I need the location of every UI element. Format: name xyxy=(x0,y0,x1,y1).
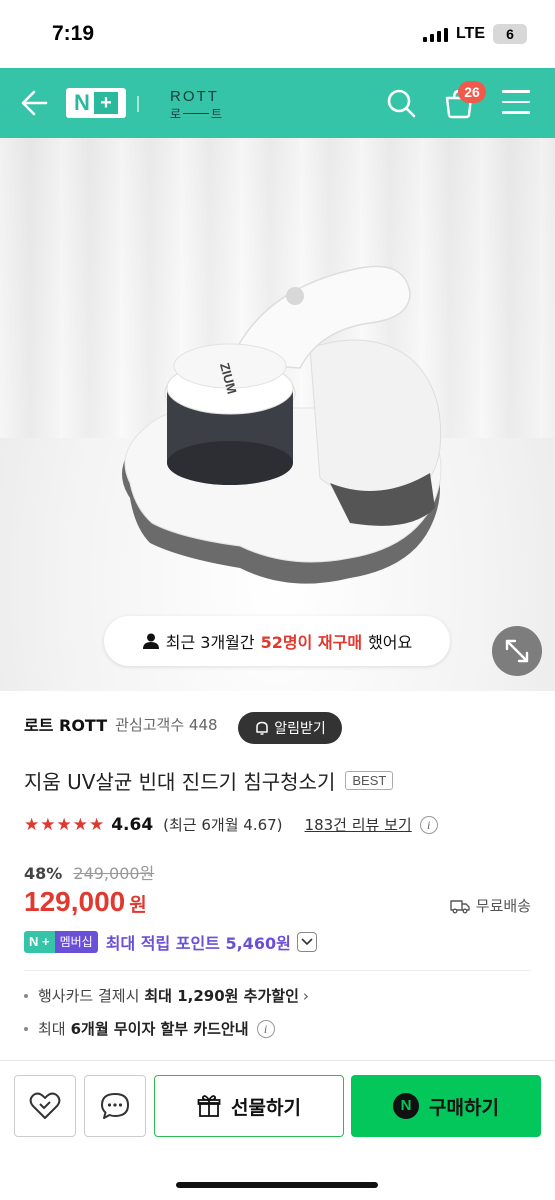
product-title: 지움 UV살균 빈대 진드기 침구청소기 xyxy=(24,770,336,794)
home-indicator xyxy=(176,1182,378,1188)
fan-count: 관심고객수 448 xyxy=(115,715,218,734)
discount-row: 48% 249,000원 xyxy=(24,860,154,884)
naver-pay-icon: N xyxy=(393,1093,420,1119)
product-title-row: 지움 UV살균 빈대 진드기 침구청소기 BEST xyxy=(24,766,394,795)
nplus-logo-n: N xyxy=(74,90,90,115)
battery-icon: 6 xyxy=(493,24,527,44)
alert-label: 알림받기 xyxy=(274,721,326,737)
review-link[interactable]: 183건 리뷰 보기 xyxy=(305,814,412,835)
bell-plus-icon xyxy=(256,721,268,735)
brand-logo-left: 로 xyxy=(170,107,182,121)
chevron-down-icon[interactable] xyxy=(296,932,317,952)
bottom-action-bar: 선물하기 N 구매하기 xyxy=(0,1060,555,1200)
rating-row: ★★★★★ 4.64 (최근 6개월 4.67) 183건 리뷰 보기 i xyxy=(24,814,438,835)
chat-bubble-icon xyxy=(101,1093,129,1119)
brand-logo-bottom: 로 트 xyxy=(170,105,232,122)
wishlist-button[interactable] xyxy=(14,1075,76,1137)
heart-icon xyxy=(29,1092,61,1119)
signal-icon xyxy=(422,26,448,42)
brand-logo[interactable]: ROTT 로 트 xyxy=(170,88,232,122)
star-rating-icon: ★★★★★ xyxy=(24,814,106,835)
talk-button[interactable] xyxy=(84,1075,146,1137)
menu-icon[interactable] xyxy=(502,90,530,114)
chevron-right-icon: › xyxy=(302,986,309,1005)
status-bar: 7:19 LTE 6 xyxy=(0,0,555,68)
info-icon[interactable]: i xyxy=(419,815,438,834)
nplus-logo-plus: + xyxy=(93,92,118,114)
cart-count-badge: 26 xyxy=(458,81,486,103)
gift-button[interactable]: 선물하기 xyxy=(154,1075,344,1137)
membership-badge: N + 멤버십 xyxy=(24,931,98,953)
repurchase-prefix: 최근 3개월간 xyxy=(165,633,255,652)
nav-divider xyxy=(137,96,139,112)
product-image: ZIUM xyxy=(122,265,442,584)
status-indicators: LTE 6 xyxy=(422,24,527,44)
shipping-info: 무료배송 xyxy=(450,895,531,916)
currency-label: 원 xyxy=(129,894,147,916)
nplus-store-logo[interactable]: N + xyxy=(66,88,126,118)
gift-icon xyxy=(197,1095,221,1117)
discount-rate: 48% xyxy=(24,864,63,883)
rating-recent: (최근 6개월 4.67) xyxy=(163,816,283,834)
benefit-label: 행사카드 결제시 xyxy=(38,987,140,1005)
brand-logo-right: 트 xyxy=(211,107,223,121)
benefit-label: 최대 xyxy=(38,1020,66,1038)
repurchase-highlight: 52명이 재구매 xyxy=(260,633,363,652)
info-icon[interactable]: i xyxy=(256,1019,275,1038)
original-price: 249,000원 xyxy=(73,864,155,883)
membership-points: 최대 적립 포인트 5,460원 xyxy=(105,934,291,953)
buy-label: 구매하기 xyxy=(429,1096,499,1119)
back-arrow-icon[interactable] xyxy=(20,90,48,116)
benefit-bold: 최대 1,290원 추가할인 xyxy=(144,987,299,1005)
store-name[interactable]: 로트 ROTT xyxy=(24,712,107,736)
membership-badge-label: 멤버십 xyxy=(54,931,98,953)
repurchase-banner: 최근 3개월간 52명이 재구매 했어요 xyxy=(104,616,450,666)
store-info: 로트 ROTT 관심고객수 448 xyxy=(24,712,218,736)
gift-label: 선물하기 xyxy=(231,1096,301,1119)
top-nav: N + ROTT 로 트 26 xyxy=(0,68,555,138)
price-row: 129,000 원 xyxy=(24,886,147,918)
bullet xyxy=(24,993,28,998)
product-hero-image[interactable]: ZIUM 최근 3개월간 52명이 재구매 했어요 xyxy=(0,138,555,691)
network-label: LTE xyxy=(455,25,485,42)
rating-value: 4.64 xyxy=(111,814,154,835)
card-discount-benefit[interactable]: 행사카드 결제시 최대 1,290원 추가할인 › xyxy=(24,985,309,1006)
expand-image-icon[interactable] xyxy=(492,626,542,676)
truck-icon xyxy=(450,899,470,913)
alert-subscribe-button[interactable]: 알림받기 xyxy=(238,712,342,744)
buy-button[interactable]: N 구매하기 xyxy=(351,1075,541,1137)
person-icon xyxy=(142,633,159,649)
membership-logo: N + xyxy=(24,931,55,953)
sale-price: 129,000 xyxy=(24,886,126,917)
shipping-label: 무료배송 xyxy=(475,897,531,915)
status-time: 7:19 xyxy=(52,22,95,45)
brand-logo-top: ROTT xyxy=(170,88,219,105)
best-badge: BEST xyxy=(345,771,394,790)
bullet xyxy=(24,1026,28,1031)
repurchase-suffix: 했어요 xyxy=(368,633,413,652)
brand-logo-line xyxy=(183,113,210,114)
membership-row[interactable]: N + 멤버십 최대 적립 포인트 5,460원 xyxy=(24,930,317,954)
search-icon[interactable] xyxy=(386,88,416,118)
installment-benefit[interactable]: 최대 6개월 무이자 할부 카드안내 i xyxy=(24,1018,275,1039)
benefit-bold: 6개월 무이자 할부 카드안내 xyxy=(70,1020,249,1038)
divider xyxy=(24,970,531,971)
